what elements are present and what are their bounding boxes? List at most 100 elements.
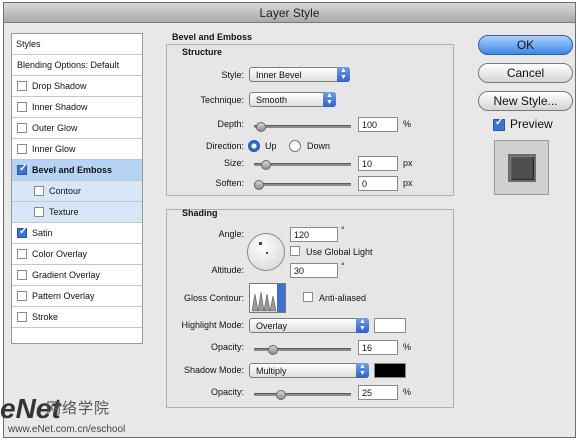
ok-button[interactable]: OK: [478, 35, 573, 55]
styles-header[interactable]: Styles: [12, 34, 142, 55]
preview-label: Preview: [510, 117, 553, 131]
sidebar-checkbox[interactable]: [34, 207, 44, 217]
shadow-opacity-slider[interactable]: [254, 390, 351, 400]
sidebar-item-bevel-and-emboss[interactable]: Bevel and Emboss: [12, 160, 142, 181]
angle-input[interactable]: 120: [290, 227, 338, 242]
sidebar-item-contour[interactable]: Contour: [12, 181, 142, 202]
style-label: Style:: [221, 70, 244, 80]
direction-up-label: Up: [265, 141, 277, 151]
soften-slider-knob[interactable]: [254, 180, 264, 190]
watermark-cn: 网络学院: [46, 400, 111, 417]
sidebar-checkbox[interactable]: [17, 163, 27, 175]
size-slider[interactable]: [254, 160, 351, 170]
styles-list: Styles Blending Options: Default Drop Sha…: [11, 33, 143, 344]
contour-curve-icon: [251, 291, 277, 312]
gloss-contour-label: Gloss Contour:: [183, 293, 244, 303]
angle-dial[interactable]: [247, 233, 285, 271]
cancel-button[interactable]: Cancel: [478, 63, 573, 83]
sidebar-item-gradient-overlay[interactable]: Gradient Overlay: [12, 265, 142, 286]
structure-heading: Structure: [182, 47, 223, 57]
sidebar-checkbox[interactable]: [17, 291, 27, 301]
sidebar-item-label: Drop Shadow: [32, 81, 87, 91]
highlight-opacity-slider[interactable]: [254, 345, 351, 355]
technique-label: Technique:: [200, 95, 244, 105]
highlight-opacity-input[interactable]: 16: [358, 340, 398, 355]
depth-input[interactable]: 100: [358, 117, 398, 132]
sidebar-item-color-overlay[interactable]: Color Overlay: [12, 244, 142, 265]
preview-swatch: [508, 154, 536, 182]
shadow-opacity-knob[interactable]: [275, 390, 286, 400]
sidebar-item-label: Satin: [32, 228, 53, 238]
shadow-mode-select[interactable]: Multiply ▲ ▼: [249, 363, 369, 378]
depth-slider-knob[interactable]: [255, 122, 266, 132]
sidebar-item-label: Blending Options: Default: [17, 60, 120, 70]
altitude-unit: °: [341, 261, 345, 271]
sidebar-checkbox[interactable]: [17, 270, 27, 280]
shadow-color-swatch[interactable]: [374, 363, 406, 378]
style-preview: [494, 140, 549, 195]
sidebar-item-label: Gradient Overlay: [32, 270, 101, 280]
style-select[interactable]: Inner Bevel ▲ ▼: [249, 67, 350, 82]
use-global-light-checkbox[interactable]: [290, 246, 300, 256]
soften-label: Soften:: [215, 178, 244, 188]
altitude-input[interactable]: 30: [290, 263, 338, 278]
sidebar-checkbox[interactable]: [17, 144, 27, 154]
preview-checkbox[interactable]: [493, 117, 505, 131]
anti-aliased-checkbox[interactable]: [303, 292, 313, 302]
highlight-mode-select[interactable]: Overlay ▲ ▼: [249, 318, 369, 333]
technique-select[interactable]: Smooth ▲ ▼: [249, 92, 336, 107]
layer-style-dialog: Layer Style Styles Blending Options: Def…: [3, 2, 576, 438]
technique-select-value: Smooth: [256, 95, 288, 105]
contour-dropdown-arrow-icon[interactable]: [277, 284, 285, 312]
gloss-contour-picker[interactable]: [249, 283, 286, 313]
sidebar-item-label: Bevel and Emboss: [32, 165, 113, 175]
direction-up-radio[interactable]: [248, 140, 260, 152]
chevron-updown-icon: ▲ ▼: [356, 318, 369, 333]
sidebar-checkbox[interactable]: [34, 186, 44, 196]
use-global-light-label: Use Global Light: [306, 247, 373, 257]
sidebar-item-texture[interactable]: Texture: [12, 202, 142, 223]
soften-input[interactable]: 0: [358, 176, 398, 191]
anti-aliased-label: Anti-aliased: [319, 293, 367, 303]
shadow-mode-value: Multiply: [256, 366, 287, 376]
shadow-opacity-input[interactable]: 25: [358, 385, 398, 400]
size-input[interactable]: 10: [358, 156, 398, 171]
sidebar-item-label: Inner Glow: [32, 144, 76, 154]
highlight-opacity-knob[interactable]: [267, 345, 278, 355]
sidebar-item-label: Stroke: [32, 312, 59, 322]
window-title: Layer Style: [259, 6, 320, 20]
sidebar-checkbox[interactable]: [17, 249, 27, 259]
shadow-mode-label: Shadow Mode:: [183, 365, 244, 375]
sidebar-checkbox[interactable]: [17, 102, 27, 112]
soften-unit: px: [403, 178, 413, 188]
sidebar-item-label: Outer Glow: [32, 123, 78, 133]
sidebar-checkbox[interactable]: [17, 123, 27, 133]
dial-handle-icon: [259, 242, 262, 245]
shadow-opacity-label: Opacity:: [210, 387, 244, 397]
sidebar-item-outer-glow[interactable]: Outer Glow: [12, 118, 142, 139]
highlight-color-swatch[interactable]: [374, 318, 406, 333]
sidebar-checkbox[interactable]: [17, 312, 27, 322]
sidebar-item-label: Color Overlay: [32, 249, 88, 259]
depth-slider[interactable]: [254, 122, 351, 132]
sidebar-item-inner-glow[interactable]: Inner Glow: [12, 139, 142, 160]
sidebar-item-stroke[interactable]: Stroke: [12, 307, 142, 328]
angle-unit: °: [341, 225, 345, 235]
direction-down-radio[interactable]: [289, 140, 301, 152]
shading-heading: Shading: [182, 208, 218, 218]
highlight-opacity-unit: %: [403, 342, 412, 352]
sidebar-item-pattern-overlay[interactable]: Pattern Overlay: [12, 286, 142, 307]
sidebar-item-blending-options-default[interactable]: Blending Options: Default: [12, 55, 142, 76]
highlight-mode-value: Overlay: [256, 321, 288, 331]
sidebar-checkbox[interactable]: [17, 226, 27, 238]
sidebar-item-satin[interactable]: Satin: [12, 223, 142, 244]
size-slider-knob[interactable]: [260, 160, 271, 170]
sidebar-item-inner-shadow[interactable]: Inner Shadow: [12, 97, 142, 118]
chevron-updown-icon: ▲ ▼: [323, 92, 336, 107]
sidebar-checkbox[interactable]: [17, 81, 27, 91]
shadow-opacity-unit: %: [403, 387, 412, 397]
new-style-button[interactable]: New Style...: [478, 91, 573, 111]
direction-label: Direction:: [205, 141, 244, 151]
soften-slider[interactable]: [254, 180, 351, 190]
sidebar-item-drop-shadow[interactable]: Drop Shadow: [12, 76, 142, 97]
